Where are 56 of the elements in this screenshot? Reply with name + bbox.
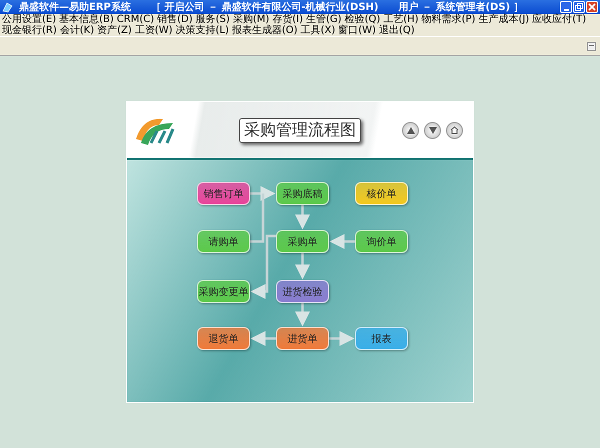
- menu-item[interactable]: 服务(S): [196, 14, 230, 25]
- flow-arrow: [295, 303, 310, 326]
- menu-item[interactable]: 报表生成器(O): [232, 25, 298, 36]
- flow-node[interactable]: 报表: [355, 327, 408, 350]
- window-context: ［ 开启公司 － 鼎盛软件有限公司-机械行业(DSH) 用户 － 系统管理者(DS) ］: [150, 0, 524, 14]
- flow-arrow: [295, 205, 310, 230]
- up-triangle-icon: [406, 126, 414, 134]
- window-title: 鼎盛软件—易助ERP系统: [19, 0, 131, 14]
- close-icon: [588, 3, 596, 11]
- flow-node[interactable]: 采购底稿: [276, 182, 329, 205]
- chart-title: 采购管理流程图: [239, 118, 361, 142]
- menu-item[interactable]: CRM(C): [116, 14, 154, 25]
- flow-node[interactable]: 询价单: [355, 230, 408, 253]
- flow-arrow: [250, 331, 276, 346]
- menu-item[interactable]: 公用设置(E): [2, 14, 56, 25]
- home-icon: [450, 126, 459, 134]
- flow-node[interactable]: 退货单: [197, 327, 250, 350]
- flow-arrow: [295, 253, 310, 280]
- menu-item[interactable]: 生管(G): [306, 14, 342, 25]
- menu-item[interactable]: 生产成本(J): [478, 14, 530, 25]
- flow-node[interactable]: 销售订单: [197, 182, 250, 205]
- down-triangle-icon: [428, 126, 436, 134]
- flow-arrow: [250, 234, 276, 299]
- restore-button[interactable]: [573, 1, 585, 13]
- menu-item[interactable]: 检验(Q): [344, 14, 380, 25]
- flow-node[interactable]: 进货单: [276, 327, 329, 350]
- menu-item[interactable]: 工资(W): [134, 25, 172, 36]
- menu-item[interactable]: 存货(I): [272, 14, 304, 25]
- minimize-button[interactable]: [560, 1, 572, 13]
- restore-icon: [575, 3, 583, 11]
- flow-arrow: [329, 331, 354, 346]
- menu-item[interactable]: 物料需求(P): [422, 14, 476, 25]
- menu-item[interactable]: 应收应付(T): [532, 14, 586, 25]
- flow-node[interactable]: 请购单: [197, 230, 250, 253]
- close-button[interactable]: [586, 1, 598, 13]
- flow-arrow: [250, 186, 276, 243]
- window-icon[interactable]: [587, 42, 596, 50]
- menu-item[interactable]: 工具(X): [300, 25, 336, 36]
- menu-item[interactable]: 决策支持(L): [176, 25, 229, 36]
- flow-node[interactable]: 采购单: [276, 230, 329, 253]
- menu-item[interactable]: 采购(M): [232, 14, 270, 25]
- home-button[interactable]: [446, 122, 463, 138]
- up-button[interactable]: [402, 122, 419, 138]
- flow-node[interactable]: 核价单: [355, 182, 408, 205]
- menu-item[interactable]: 销售(D): [157, 14, 193, 25]
- menu-item[interactable]: 基本信息(B): [59, 14, 114, 25]
- down-button[interactable]: [424, 122, 441, 138]
- menu-item[interactable]: 会计(K): [60, 25, 94, 36]
- menu-item[interactable]: 退出(Q): [378, 25, 415, 36]
- flow-node[interactable]: 采购变更单: [197, 280, 250, 303]
- menu-item[interactable]: 资产(Z): [97, 25, 132, 36]
- menu-item[interactable]: 工艺(H): [383, 14, 419, 25]
- flow-arrow: [330, 234, 355, 249]
- menu-item[interactable]: 现金银行(R): [2, 25, 57, 36]
- menu-item[interactable]: 窗口(W): [338, 25, 376, 36]
- flow-node[interactable]: 进货检验: [276, 280, 329, 303]
